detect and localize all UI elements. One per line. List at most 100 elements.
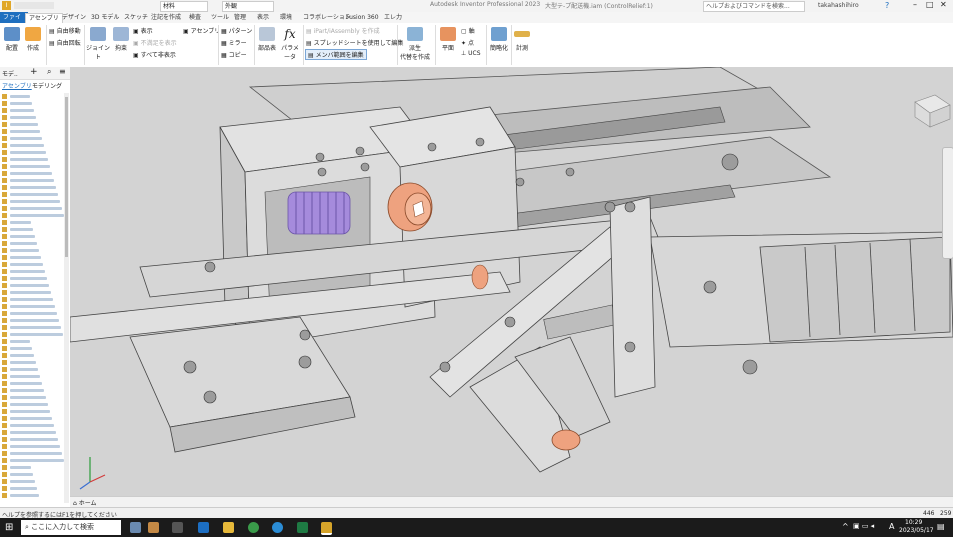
minimize-icon[interactable]: –	[913, 0, 917, 9]
point-button[interactable]: ✦ 点	[461, 38, 474, 47]
outlook-icon[interactable]	[198, 522, 209, 533]
browser-tree-item[interactable]	[2, 275, 62, 282]
clock-date[interactable]: 2023/05/17	[899, 527, 934, 534]
task-view-icon[interactable]	[172, 522, 183, 533]
browser-tree-item[interactable]	[2, 331, 63, 338]
tab-electromechanical[interactable]: エレ力	[381, 13, 405, 23]
axis-button[interactable]: ▢ 軸	[461, 26, 475, 35]
tab-sketch[interactable]: スケッチ	[121, 13, 151, 23]
browser-tree-item[interactable]	[2, 170, 62, 177]
hide-all-button[interactable]: ▣ すべて非表示	[133, 50, 176, 59]
browser-tree-item[interactable]	[2, 156, 62, 163]
browser-tree-item[interactable]	[2, 268, 62, 275]
browser-tree-item[interactable]	[2, 121, 62, 128]
browser-tree-item[interactable]	[2, 373, 62, 380]
measure-button[interactable]: 計測	[512, 27, 532, 52]
edit-spreadsheet-button[interactable]: ▤ スプレッドシートを使用して編集	[306, 38, 403, 47]
browser-tree-item[interactable]	[2, 240, 62, 247]
browser-tree-item[interactable]	[2, 233, 62, 240]
browser-tree-item[interactable]	[2, 471, 62, 478]
browser-tree-item[interactable]	[2, 359, 62, 366]
browser-tree-item[interactable]	[2, 422, 62, 429]
windows-start-icon[interactable]: ⊞	[5, 522, 13, 533]
inventor-icon[interactable]	[321, 522, 332, 535]
browser-tree-item[interactable]	[2, 100, 62, 107]
appearance-dropdown[interactable]: 外観	[222, 1, 274, 12]
browser-tree-item[interactable]	[2, 380, 62, 387]
ucs-button[interactable]: ⊥ UCS	[461, 50, 481, 57]
browser-tree-item[interactable]	[2, 450, 62, 457]
browser-tree-item[interactable]	[2, 387, 62, 394]
create-button[interactable]: 作成	[23, 27, 43, 52]
browser-tree-item[interactable]	[2, 317, 62, 324]
tab-3d-model[interactable]: 3D モデル	[88, 13, 122, 23]
browser-tree-item[interactable]	[2, 366, 62, 373]
browser-tree-item[interactable]	[2, 443, 62, 450]
parameters-button[interactable]: fx パラメータ	[279, 27, 301, 61]
home-tab[interactable]: ⌂ ホーム	[73, 498, 97, 507]
browser-tree-item[interactable]	[2, 135, 62, 142]
browser-tree-item[interactable]	[2, 107, 62, 114]
browser-tree-item[interactable]	[2, 401, 62, 408]
browser-tree-item[interactable]	[2, 198, 62, 205]
clock-time[interactable]: 10:29	[905, 519, 922, 526]
plane-button[interactable]: 平面	[437, 27, 459, 52]
edge-icon[interactable]	[272, 522, 283, 533]
free-rotate-button[interactable]: ▤ 自由回転	[49, 38, 81, 47]
browser-tree-item[interactable]	[2, 282, 62, 289]
browser-tree-item[interactable]	[2, 338, 62, 345]
app-logo[interactable]: I	[2, 1, 11, 10]
user-account[interactable]: takahashihiro	[818, 2, 859, 9]
quick-access-toolbar[interactable]	[14, 2, 54, 9]
browser-tree-item[interactable]	[2, 457, 64, 464]
browser-tree-item[interactable]	[2, 303, 62, 310]
taskbar-search-input[interactable]: ⌕ ここに入力して検索	[21, 520, 121, 535]
place-button[interactable]: 配置	[2, 27, 22, 52]
taskbar-app-icon[interactable]	[130, 522, 141, 533]
browser-tree-item[interactable]	[2, 352, 62, 359]
maximize-icon[interactable]: □	[926, 0, 934, 9]
browser-tree-item[interactable]	[2, 142, 62, 149]
assemble-button[interactable]: ▣ アセンブリ	[183, 26, 220, 35]
tab-browser-modeling[interactable]: モデリング	[32, 81, 62, 90]
tab-tools[interactable]: ツール	[208, 13, 232, 23]
constraint-button[interactable]: 拘束	[111, 27, 131, 52]
browser-tree-item[interactable]	[2, 184, 62, 191]
browser-tree-item[interactable]	[2, 492, 62, 499]
tab-design[interactable]: デザイン	[59, 13, 89, 23]
tray-icons[interactable]: ▣ ▭ ◂	[853, 522, 874, 530]
graphics-window[interactable]	[70, 67, 953, 496]
browser-tree-item[interactable]	[2, 226, 62, 233]
show-button[interactable]: ▣ 表示	[133, 26, 153, 35]
browser-tree-item[interactable]	[2, 191, 62, 198]
tray-chevron-icon[interactable]: ^	[842, 522, 849, 531]
notification-icon[interactable]: ▤	[937, 522, 945, 531]
browser-tree-item[interactable]	[2, 128, 62, 135]
browser-tree-item[interactable]	[2, 324, 62, 331]
copy-button[interactable]: ▦ コピー	[221, 50, 247, 59]
derive-button[interactable]: 派生 代替を作成	[398, 27, 432, 61]
browser-scrollbar[interactable]	[64, 93, 69, 503]
help-icon[interactable]: ?	[885, 1, 889, 10]
file-explorer-icon[interactable]	[223, 522, 234, 533]
tab-file[interactable]: ファイル	[0, 12, 28, 32]
assembly-model-view[interactable]	[70, 67, 953, 496]
edit-member-scope-button[interactable]: ▤ メンバ範囲を編集	[305, 49, 367, 60]
menu-icon[interactable]: ≡	[59, 67, 66, 76]
search-icon[interactable]: ⌕	[47, 67, 51, 77]
browser-tree-item[interactable]	[2, 261, 62, 268]
tab-inspect[interactable]: 検査	[186, 13, 204, 23]
chrome-icon[interactable]	[248, 522, 259, 533]
joint-button[interactable]: ジョイント	[86, 27, 110, 61]
tab-manage[interactable]: 管理	[231, 13, 249, 23]
browser-tree-item[interactable]	[2, 345, 62, 352]
excel-icon[interactable]	[297, 522, 308, 533]
browser-tree-item[interactable]	[2, 149, 62, 156]
browser-tree-item[interactable]	[2, 212, 64, 219]
browser-tree-item[interactable]	[2, 436, 62, 443]
browser-tree-item[interactable]	[2, 394, 62, 401]
mirror-button[interactable]: ▦ ミラー	[221, 38, 247, 47]
browser-tree-item[interactable]	[2, 205, 62, 212]
close-icon[interactable]: ✕	[940, 0, 947, 9]
tab-environments[interactable]: 環境	[277, 13, 295, 23]
